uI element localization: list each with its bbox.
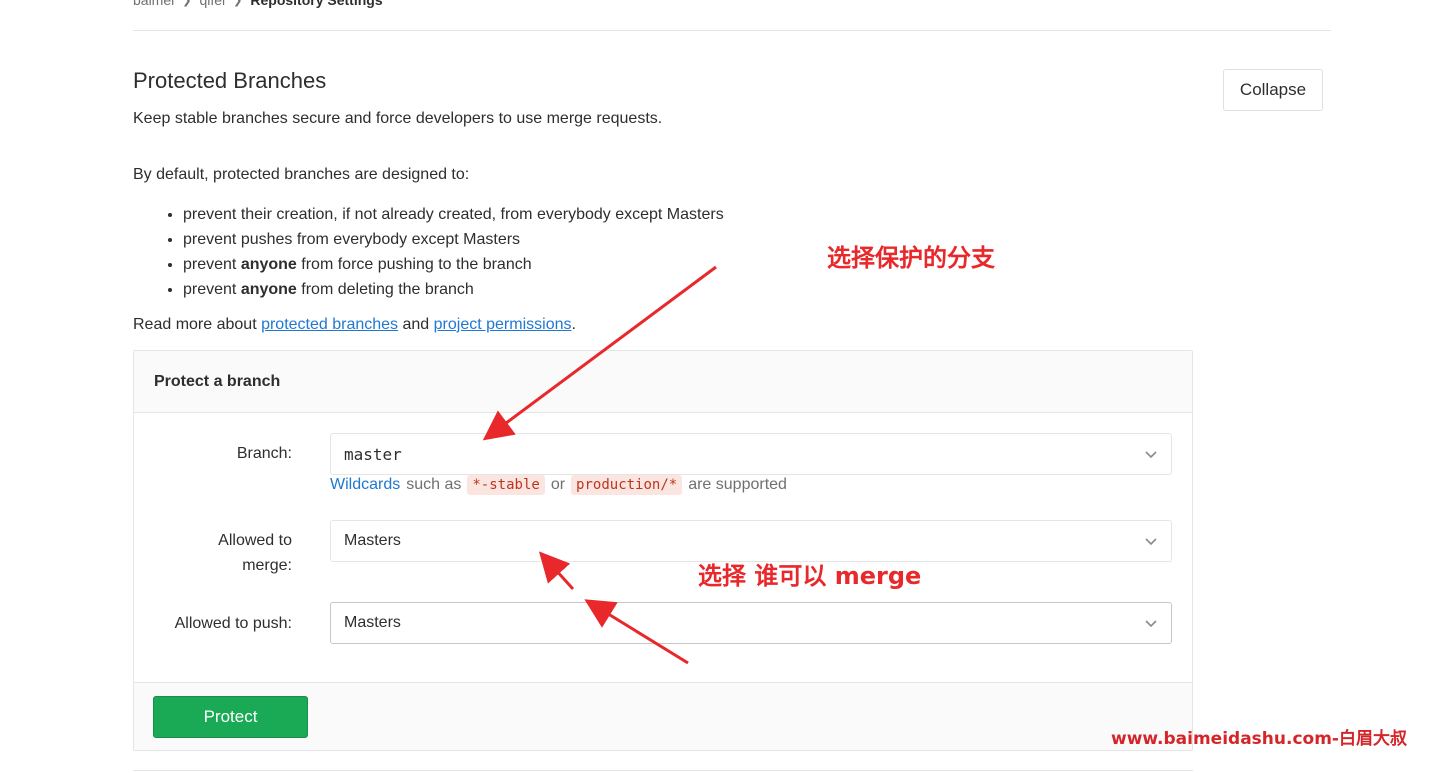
allowed-to-push-select[interactable]: Masters (330, 602, 1172, 644)
read-more: Read more about protected branches and p… (133, 316, 576, 333)
list-item: prevent anyone from deleting the branch (183, 277, 724, 302)
breadcrumb-item-project[interactable]: qifei (199, 0, 225, 8)
list-item: prevent anyone from force pushing to the… (183, 252, 724, 277)
divider (133, 770, 1193, 771)
list-item: prevent pushes from everybody except Mas… (183, 227, 724, 252)
push-label: Allowed to push: (174, 615, 292, 632)
panel-title: Protect a branch (134, 351, 1192, 413)
breadcrumb-item-namespace[interactable]: baimei (133, 0, 174, 8)
wildcards-link[interactable]: Wildcards (330, 476, 400, 494)
annotation-select-branch: 选择保护的分支 (827, 244, 995, 272)
code-snippet: *-stable (467, 475, 545, 495)
divider (133, 30, 1331, 31)
branch-label: Branch: (236, 445, 292, 462)
wildcard-hint: Wildcards such as *-stable or production… (330, 475, 787, 495)
chevron-right-icon: ❯ (233, 0, 243, 7)
section-description: Keep stable branches secure and force de… (133, 110, 663, 127)
protected-branches-link[interactable]: protected branches (261, 316, 398, 333)
default-intro: By default, protected branches are desig… (133, 166, 470, 183)
project-permissions-link[interactable]: project permissions (434, 316, 572, 333)
branch-select-value: master (344, 444, 402, 464)
collapse-button[interactable]: Collapse (1223, 69, 1323, 111)
branch-select[interactable]: master (330, 433, 1172, 475)
chevron-down-icon (1145, 451, 1157, 459)
allowed-to-push-value: Masters (344, 614, 401, 631)
chevron-right-icon: ❯ (182, 0, 192, 7)
breadcrumb-item-current[interactable]: Repository Settings (250, 0, 382, 8)
annotation-select-merge: 选择 谁可以 merge (698, 562, 922, 590)
code-snippet: production/* (571, 475, 683, 495)
allowed-to-merge-value: Masters (344, 532, 401, 549)
page: baimei ❯ qifei ❯ Repository Settings Pro… (0, 0, 1453, 773)
section-title: Protected Branches (133, 68, 327, 93)
chevron-down-icon (1145, 620, 1157, 628)
watermark: www.baimeidashu.com-白眉大叔 (1111, 729, 1407, 749)
chevron-down-icon (1145, 538, 1157, 546)
breadcrumb: baimei ❯ qifei ❯ Repository Settings (133, 0, 383, 8)
protect-branch-panel: Protect a branch Branch: master Wildcard… (133, 350, 1193, 751)
merge-label: Allowed to merge: (218, 532, 292, 574)
panel-footer: Protect (134, 682, 1192, 750)
list-item: prevent their creation, if not already c… (183, 202, 724, 227)
protect-button[interactable]: Protect (153, 696, 308, 738)
protection-rules-list: prevent their creation, if not already c… (133, 202, 724, 302)
